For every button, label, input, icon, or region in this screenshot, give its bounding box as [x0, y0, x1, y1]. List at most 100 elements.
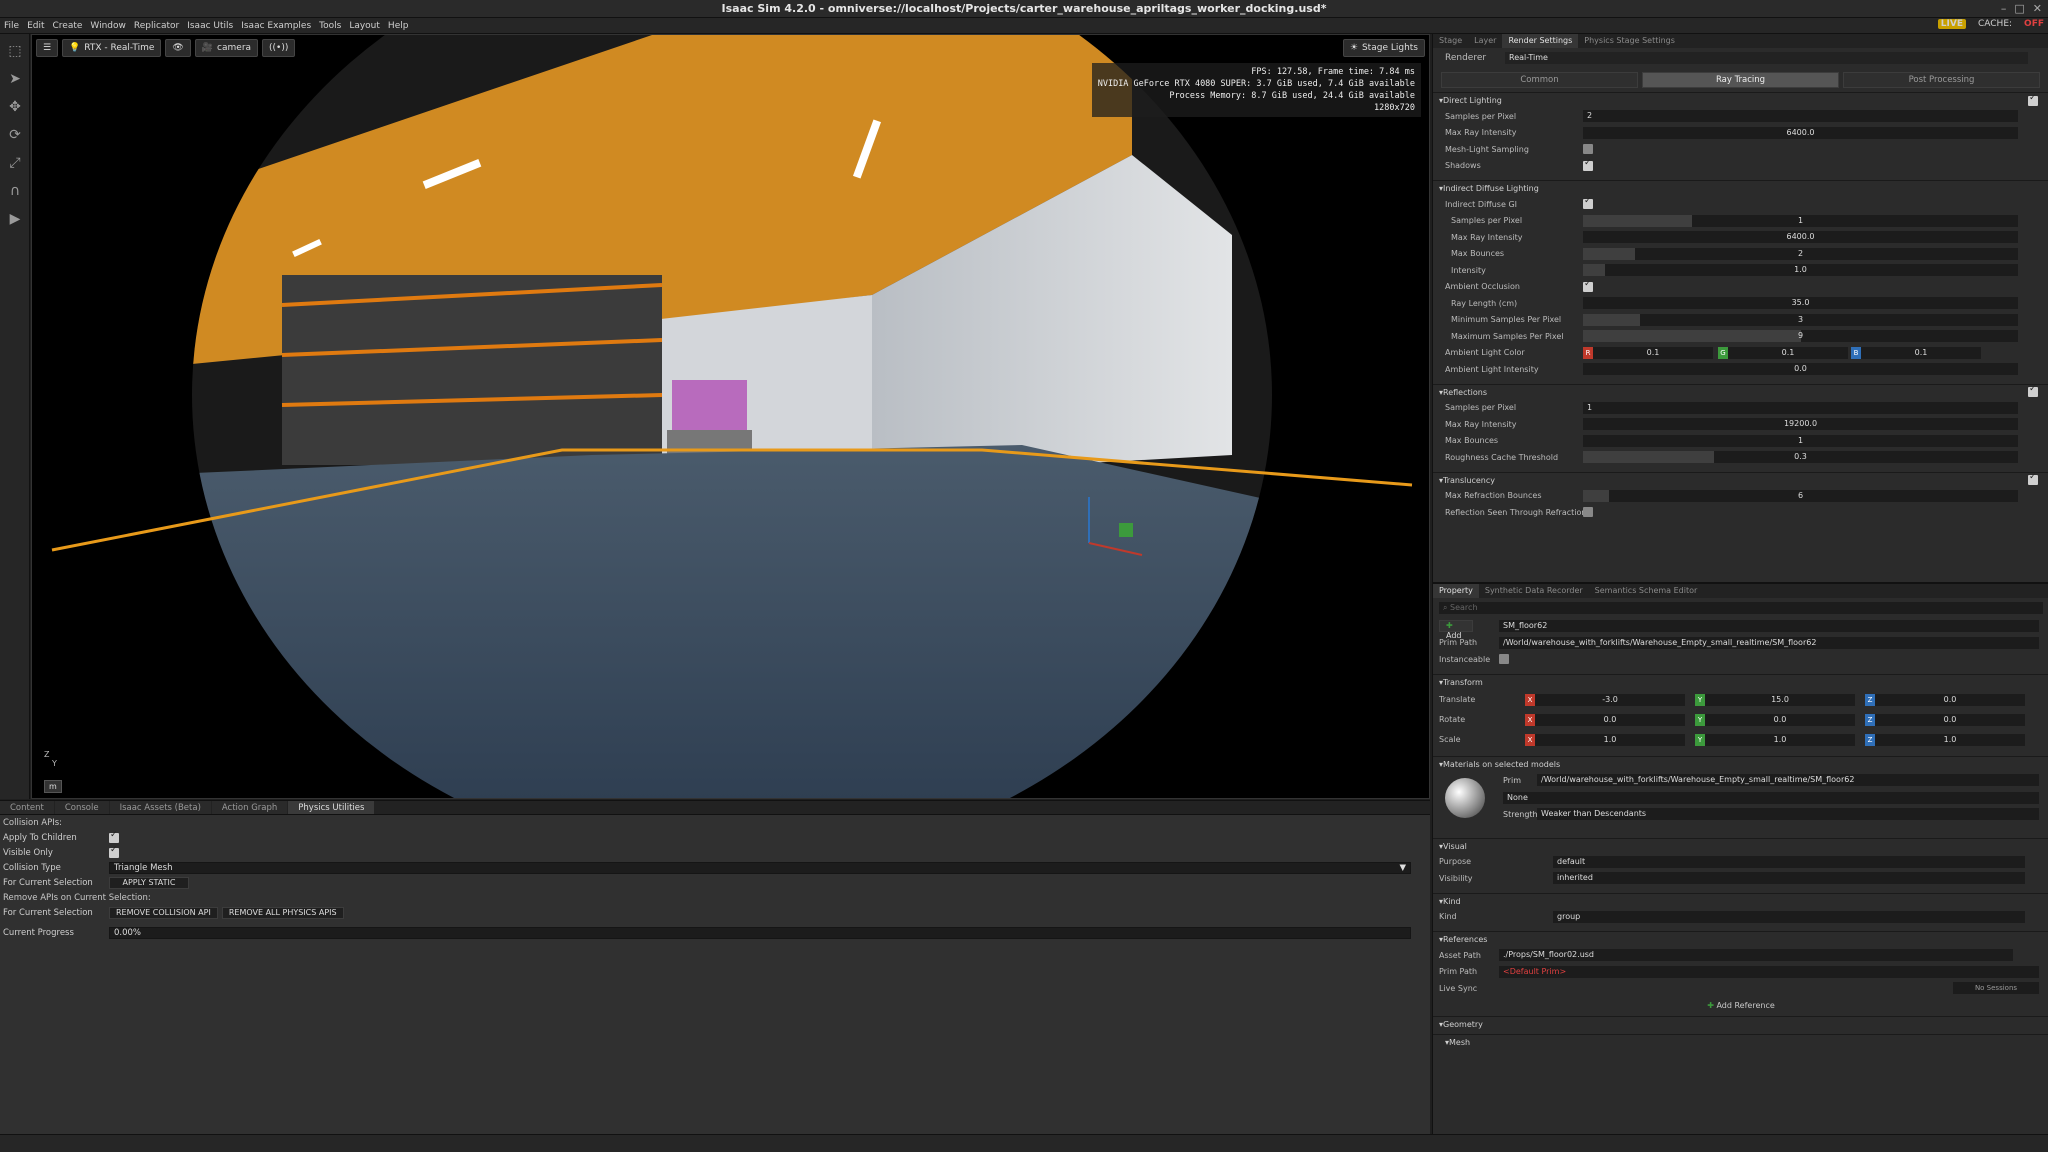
mode-ray-tracing[interactable]: Ray Tracing: [1642, 72, 1839, 88]
id-spp-field[interactable]: 1: [1583, 214, 2018, 227]
close-icon[interactable]: ✕: [2033, 2, 2042, 15]
live-button[interactable]: LIVE: [1937, 19, 1966, 29]
tab-semantics-schema-editor[interactable]: Semantics Schema Editor: [1589, 584, 1704, 598]
prim-path-field[interactable]: /World/warehouse_with_forklifts/Warehous…: [1499, 636, 2039, 649]
id-max-ray-field[interactable]: 6400.0: [1583, 231, 2018, 244]
menu-isaac-examples[interactable]: Isaac Examples: [241, 21, 311, 31]
render-settings-scroll[interactable]: ▾ Direct Lighting Samples per Pixel 2 Max…: [1433, 92, 2048, 562]
shadows-checkbox[interactable]: [1583, 158, 1593, 171]
strength-dropdown[interactable]: Weaker than Descendants: [1537, 807, 2039, 820]
refl-max-ray-field[interactable]: 19200.0: [1583, 418, 2018, 431]
translate-y[interactable]: Y 15.0: [1695, 693, 1855, 706]
transform-section[interactable]: ▾ Transform: [1433, 673, 2048, 690]
rotate-y[interactable]: Y 0.0: [1695, 713, 1855, 726]
mesh-light-checkbox[interactable]: [1583, 144, 1593, 155]
maximize-icon[interactable]: □: [2014, 2, 2024, 15]
tab-console[interactable]: Console: [54, 801, 109, 814]
apply-static-button[interactable]: APPLY STATIC: [109, 876, 189, 889]
ambient-g[interactable]: G 0.1: [1718, 346, 1848, 359]
prim-name-field[interactable]: SM_floor62: [1499, 620, 2039, 633]
kind-section[interactable]: ▾ Kind: [1433, 892, 2048, 909]
materials-section[interactable]: ▾ Materials on selected models: [1433, 755, 2048, 772]
translate-x[interactable]: X -3.0: [1525, 693, 1685, 706]
broadcast-button[interactable]: ((•)): [262, 39, 296, 57]
visibility-button[interactable]: 👁: [165, 39, 191, 57]
move-icon[interactable]: ✥: [4, 96, 26, 118]
geometry-section[interactable]: ▾ Geometry: [1433, 1015, 2048, 1032]
min-spp-field[interactable]: 3: [1583, 313, 2018, 326]
material-path-field[interactable]: /World/warehouse_with_forklifts/Warehous…: [1537, 773, 2039, 786]
snap-icon[interactable]: ∩: [4, 180, 26, 202]
max-spp-field[interactable]: 9: [1583, 330, 2018, 343]
tab-action-graph[interactable]: Action Graph: [211, 801, 288, 814]
refl-through-refr-checkbox[interactable]: [1583, 507, 1593, 518]
property-search[interactable]: ⌕ Search: [1439, 602, 2043, 614]
kind-dropdown[interactable]: group: [1553, 910, 2025, 923]
ambient-r[interactable]: R 0.1: [1583, 346, 1713, 359]
purpose-dropdown[interactable]: default: [1553, 855, 2025, 868]
ao-checkbox[interactable]: [1583, 279, 1593, 292]
scale-y[interactable]: Y 1.0: [1695, 733, 1855, 746]
tab-render-settings[interactable]: Render Settings: [1502, 34, 1579, 48]
tab-physics-utilities[interactable]: Physics Utilities: [288, 801, 375, 814]
menu-help[interactable]: Help: [388, 21, 409, 31]
add-reference-button[interactable]: ✚ Add Reference: [1433, 1001, 2048, 1010]
units-button[interactable]: m: [44, 780, 62, 793]
stage-lights-button[interactable]: ☀ Stage Lights: [1342, 39, 1425, 57]
references-section[interactable]: ▾ References: [1433, 931, 2048, 947]
menu-window[interactable]: Window: [90, 21, 126, 31]
dl-spp-dropdown[interactable]: 2: [1583, 110, 2018, 123]
translate-z[interactable]: Z 0.0: [1865, 693, 2025, 706]
play-icon[interactable]: ▶: [4, 208, 26, 230]
menu-layout[interactable]: Layout: [349, 21, 380, 31]
id-gi-checkbox[interactable]: [1583, 196, 1593, 210]
mode-post-processing[interactable]: Post Processing: [1843, 72, 2040, 88]
tab-property[interactable]: Property: [1433, 584, 1479, 598]
remove-all-physics-button[interactable]: REMOVE ALL PHYSICS APIS: [221, 906, 344, 919]
viewport-settings-button[interactable]: ☰: [36, 39, 59, 57]
scale-x[interactable]: X 1.0: [1525, 733, 1685, 746]
collision-type-dropdown[interactable]: Triangle Mesh ▼: [109, 861, 1411, 874]
direct-lighting-section[interactable]: ▾ Direct Lighting: [1433, 92, 2048, 108]
refl-spp-dropdown[interactable]: 1: [1583, 401, 2018, 414]
translucency-checkbox[interactable]: [2028, 472, 2038, 485]
dl-max-ray-field[interactable]: 6400.0: [1583, 126, 2018, 139]
menu-edit[interactable]: Edit: [27, 21, 44, 31]
reflections-section[interactable]: ▾ Reflections: [1433, 383, 2048, 400]
refraction-bounces-field[interactable]: 6: [1583, 489, 2018, 502]
reflections-checkbox[interactable]: [2028, 384, 2038, 397]
viewport[interactable]: ☰ 💡 RTX - Real-Time 👁 🎥 camera ((•)) ☀ Stag…: [31, 34, 1430, 799]
mesh-section[interactable]: ▾ Mesh: [1433, 1033, 2048, 1050]
cache-state[interactable]: OFF: [2024, 19, 2044, 29]
rotate-z[interactable]: Z 0.0: [1865, 713, 2025, 726]
menu-tools[interactable]: Tools: [319, 21, 341, 31]
instanceable-checkbox[interactable]: [1499, 654, 1509, 665]
menu-file[interactable]: File: [4, 21, 19, 31]
tab-isaac-assets[interactable]: Isaac Assets (Beta): [109, 801, 211, 814]
visual-section[interactable]: ▾ Visual: [1433, 837, 2048, 854]
ambient-intensity-field[interactable]: 0.0: [1583, 363, 2018, 376]
scale-icon[interactable]: ⤢: [4, 152, 26, 174]
scale-z[interactable]: Z 1.0: [1865, 733, 2025, 746]
live-sync-dropdown[interactable]: No Sessions: [1953, 982, 2039, 995]
mode-common[interactable]: Common: [1441, 72, 1638, 88]
ray-length-field[interactable]: 35.0: [1583, 297, 2018, 310]
apply-children-checkbox[interactable]: [109, 830, 119, 843]
id-bounces-field[interactable]: 2: [1583, 247, 2018, 260]
minimize-icon[interactable]: –: [2001, 2, 2007, 15]
id-intensity-field[interactable]: 1.0: [1583, 264, 2018, 277]
ambient-b[interactable]: B 0.1: [1851, 346, 1981, 359]
visible-only-checkbox[interactable]: [109, 845, 119, 858]
pointer-icon[interactable]: ➤: [4, 68, 26, 90]
menu-isaac-utils[interactable]: Isaac Utils: [187, 21, 233, 31]
menu-replicator[interactable]: Replicator: [134, 21, 179, 31]
camera-button[interactable]: 🎥 camera: [194, 39, 259, 57]
direct-lighting-checkbox[interactable]: [2028, 93, 2038, 106]
select-icon[interactable]: ⬚: [4, 40, 26, 62]
asset-path-field[interactable]: ./Props/SM_floor02.usd: [1499, 949, 2013, 962]
translucency-section[interactable]: ▾ Translucency: [1433, 471, 2048, 488]
roughness-field[interactable]: 0.3: [1583, 451, 2018, 464]
renderer-dropdown[interactable]: Real-Time: [1505, 52, 2028, 64]
refl-bounces-field[interactable]: 1: [1583, 434, 2018, 447]
tab-stage[interactable]: Stage: [1433, 34, 1468, 48]
